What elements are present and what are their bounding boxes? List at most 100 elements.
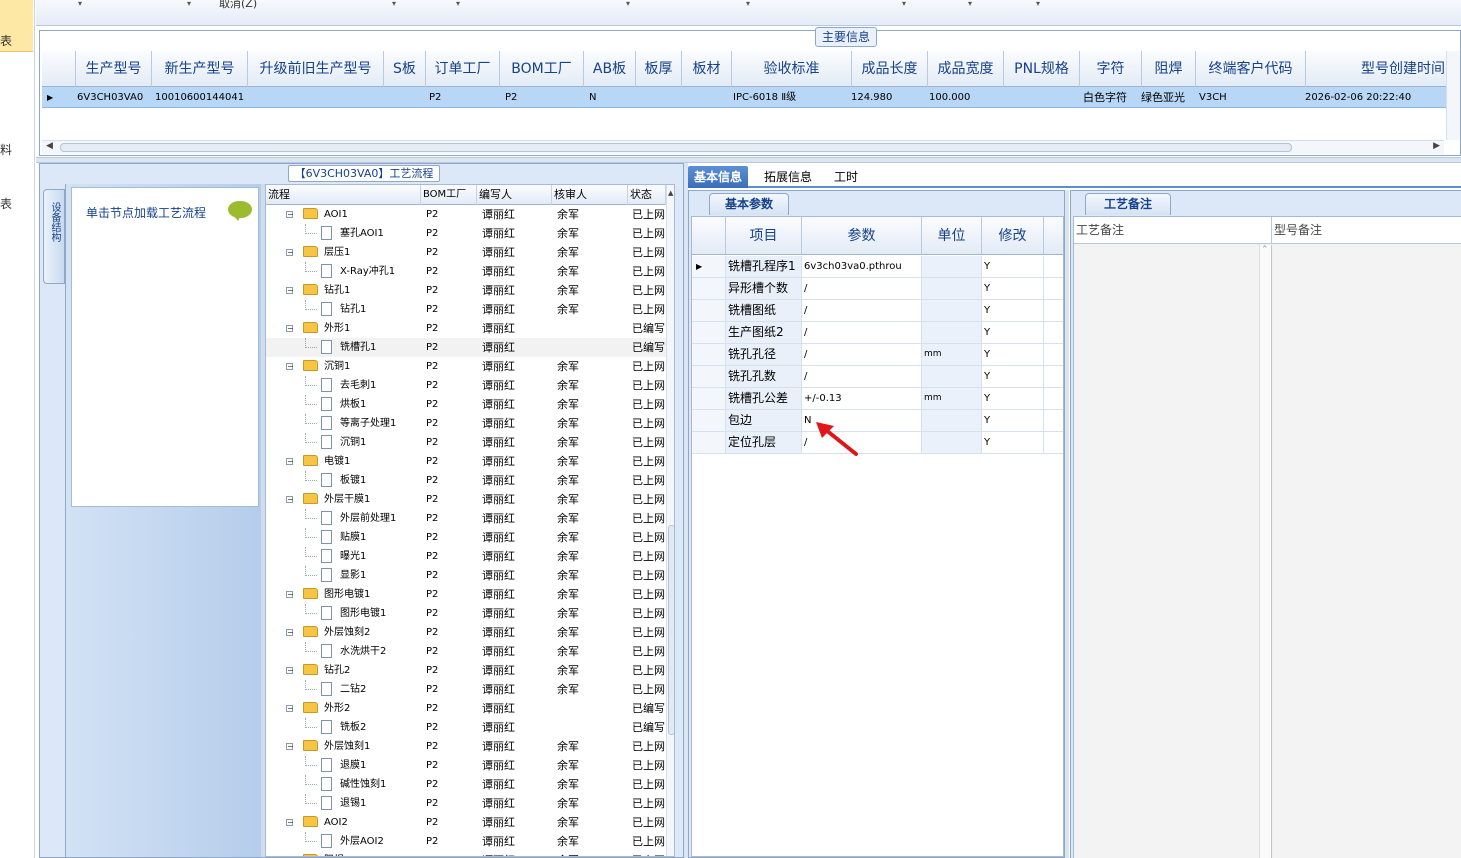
cell-model[interactable]: 6V3CH03VA0 xyxy=(74,87,154,108)
column-header[interactable]: 板材 xyxy=(682,51,732,87)
param-row[interactable]: 铣槽图纸 / Y xyxy=(692,300,1063,322)
column-header[interactable]: 修改 xyxy=(982,217,1044,255)
column-header[interactable]: 成品宽度 xyxy=(928,51,1004,87)
collapse-icon[interactable]: − xyxy=(286,743,294,751)
tree-row[interactable]: − 层压1 P2 谭丽红 余军 已上网 xyxy=(266,243,666,262)
tree-row[interactable]: − 外层干膜1 P2 谭丽红 余军 已上网 xyxy=(266,490,666,509)
param-row[interactable]: 铣孔孔径 / mm Y xyxy=(692,344,1063,366)
param-value[interactable]: 6v3ch03va0.pthrou xyxy=(802,256,922,277)
tree-row[interactable]: 曝光1 P2 谭丽红 余军 已上网 xyxy=(266,547,666,566)
toolbar-dropdown-icon[interactable]: ▾ xyxy=(187,0,191,8)
cell-material[interactable] xyxy=(682,87,732,108)
cell-ab-board[interactable]: N xyxy=(586,87,636,108)
param-value[interactable]: / xyxy=(802,300,922,321)
collapse-icon[interactable]: − xyxy=(286,458,294,466)
model-remark-field[interactable] xyxy=(1273,245,1461,858)
column-header[interactable]: 字符 xyxy=(1080,51,1142,87)
scroll-right-icon[interactable]: ▶ xyxy=(1433,141,1440,151)
collapse-icon[interactable]: − xyxy=(286,211,294,219)
tree-row[interactable]: 塞孔AOI1 P2 谭丽红 余军 已上网 xyxy=(266,224,666,243)
cell-bom-factory[interactable]: P2 xyxy=(502,87,586,108)
tree-row[interactable]: 贴膜1 P2 谭丽红 余军 已上网 xyxy=(266,528,666,547)
column-header[interactable]: 型号备注 xyxy=(1272,217,1461,244)
cell-solder-mask[interactable]: 绿色亚光 xyxy=(1138,87,1198,108)
scroll-left-icon[interactable]: ◀ xyxy=(46,141,53,151)
column-header[interactable]: 工艺备注 xyxy=(1074,217,1272,244)
row-selector[interactable] xyxy=(692,432,726,453)
tab-work-hours[interactable]: 工时 xyxy=(828,166,864,188)
tree-row[interactable]: − 外形2 P2 谭丽红 已编写 xyxy=(266,699,666,718)
column-header[interactable]: 验收标准 xyxy=(732,51,852,87)
cell-customer-code[interactable]: V3CH xyxy=(1196,87,1306,108)
column-header[interactable]: 升级前旧生产型号 xyxy=(248,51,384,87)
row-header-corner[interactable] xyxy=(42,51,76,87)
param-row[interactable]: 异形槽个数 / Y xyxy=(692,278,1063,300)
cell-created-time[interactable]: 2026-02-06 20:22:40 xyxy=(1302,87,1460,108)
process-remark-field[interactable]: ⌃ xyxy=(1074,245,1272,858)
cell-new-model[interactable]: 10010600144041 xyxy=(152,87,248,108)
collapse-icon[interactable]: − xyxy=(286,249,294,257)
tree-vertical-scrollbar[interactable]: ▲ xyxy=(666,185,674,856)
row-header-corner[interactable] xyxy=(692,217,726,255)
tree-row[interactable]: − 外形1 P2 谭丽红 已编写 xyxy=(266,319,666,338)
toolbar-dropdown-icon[interactable]: ▾ xyxy=(902,0,906,8)
row-selector[interactable] xyxy=(692,388,726,409)
cell-thickness[interactable] xyxy=(636,87,682,108)
equipment-structure-box[interactable]: 单击节点加载工艺流程 xyxy=(71,187,259,507)
tree-row[interactable]: 退锡1 P2 谭丽红 余军 已上网 xyxy=(266,794,666,813)
row-selector[interactable] xyxy=(692,322,726,343)
left-nav-item[interactable]: 表 xyxy=(0,32,12,49)
tree-row[interactable]: 板镀1 P2 谭丽红 余军 已上网 xyxy=(266,471,666,490)
collapse-icon[interactable]: − xyxy=(286,287,294,295)
toolbar-dropdown-icon[interactable]: ▾ xyxy=(746,0,750,8)
toolbar-dropdown-icon[interactable]: ▾ xyxy=(1036,0,1040,8)
cell-width[interactable]: 100.000 xyxy=(926,87,1002,108)
row-selector[interactable]: ▶ xyxy=(692,256,726,277)
chevron-up-icon[interactable]: ⌃ xyxy=(1261,245,1269,255)
column-header[interactable]: 终端客户代码 xyxy=(1196,51,1306,87)
tree-row[interactable]: 烘板1 P2 谭丽红 余军 已上网 xyxy=(266,395,666,414)
cell-length[interactable]: 124.980 xyxy=(848,87,924,108)
tree-row[interactable]: 钻孔1 P2 谭丽红 余军 已上网 xyxy=(266,300,666,319)
tree-row[interactable]: 二钻2 P2 谭丽红 余军 已上网 xyxy=(266,680,666,699)
column-header[interactable]: 参数 xyxy=(802,217,922,255)
cancel-button[interactable]: 取消(Z) xyxy=(219,0,257,11)
tab-basic-info[interactable]: 基本信息 xyxy=(688,166,749,188)
column-header[interactable]: PNL规格 xyxy=(1004,51,1080,87)
column-header[interactable]: 核审人 xyxy=(552,185,628,205)
tree-row[interactable]: − 图形电镀1 P2 谭丽红 余军 已上网 xyxy=(266,585,666,604)
cell-old-model[interactable] xyxy=(248,87,384,108)
param-value[interactable]: / xyxy=(802,278,922,299)
collapse-icon[interactable]: − xyxy=(286,363,294,371)
column-header[interactable]: 订单工厂 xyxy=(426,51,500,87)
column-header[interactable]: 流程 xyxy=(266,185,421,205)
cell-order-factory[interactable]: P2 xyxy=(426,87,500,108)
column-header[interactable]: 新生产型号 xyxy=(152,51,248,87)
tree-row[interactable]: 碱性蚀刻1 P2 谭丽红 余军 已上网 xyxy=(266,775,666,794)
tree-row[interactable]: 水洗烘干2 P2 谭丽红 余军 已上网 xyxy=(266,642,666,661)
column-header[interactable]: 编写人 xyxy=(477,185,552,205)
row-selector[interactable] xyxy=(692,366,726,387)
table-row[interactable]: ▶ 6V3CH03VA0 10010600144041 P2 P2 N IPC-… xyxy=(42,87,1460,108)
param-value[interactable]: / xyxy=(802,344,922,365)
left-nav-item[interactable]: 料 xyxy=(0,141,12,158)
column-header[interactable]: 状态 xyxy=(628,185,666,205)
vertical-scrollbar[interactable] xyxy=(1446,51,1460,140)
toolbar-dropdown-icon[interactable]: ▾ xyxy=(968,0,972,8)
tree-row[interactable]: 外层AOI2 P2 谭丽红 余军 已上网 xyxy=(266,832,666,851)
toolbar-dropdown-icon[interactable]: ▾ xyxy=(626,0,630,8)
cell-s-board[interactable] xyxy=(384,87,426,108)
tree-row[interactable]: − AOI2 P2 谭丽红 余军 已上网 xyxy=(266,813,666,832)
tree-row[interactable]: − 电镀1 P2 谭丽红 余军 已上网 xyxy=(266,452,666,471)
column-header[interactable]: BOM工厂 xyxy=(421,185,477,205)
column-header[interactable]: 型号创建时间 xyxy=(1306,51,1460,87)
cell-pnl[interactable] xyxy=(1004,87,1080,108)
horizontal-scrollbar[interactable]: ◀ ▶ xyxy=(42,140,1444,154)
param-row[interactable]: 铣槽孔公差 +/-0.13 mm Y xyxy=(692,388,1063,410)
scroll-thumb[interactable] xyxy=(60,143,1292,152)
tree-row[interactable]: − 外层蚀刻1 P2 谭丽红 余军 已上网 xyxy=(266,737,666,756)
collapse-icon[interactable]: − xyxy=(286,591,294,599)
tree-row[interactable]: 显影1 P2 谭丽红 余军 已上网 xyxy=(266,566,666,585)
tree-row[interactable]: 退膜1 P2 谭丽红 余军 已上网 xyxy=(266,756,666,775)
row-selector[interactable] xyxy=(692,278,726,299)
